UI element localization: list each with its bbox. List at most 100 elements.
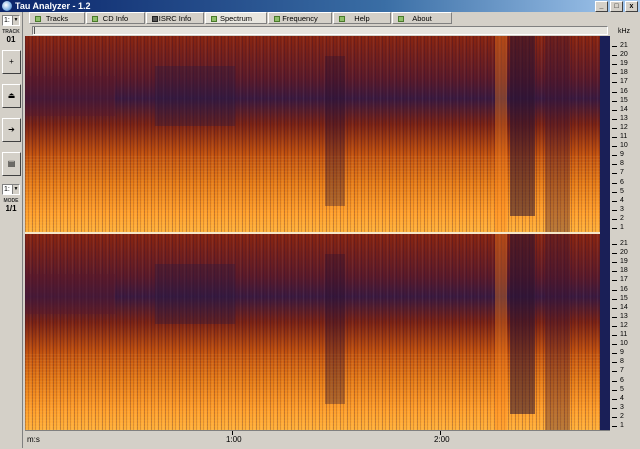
tab-tracks[interactable]: Tracks — [29, 12, 85, 24]
tab-help[interactable]: Help — [333, 12, 391, 24]
frequency-tick — [612, 64, 617, 66]
frequency-tick — [612, 118, 617, 120]
frequency-tick — [612, 244, 617, 245]
frequency-tick-label: 13 — [620, 312, 628, 320]
tab-frequency[interactable]: Frequency — [268, 12, 332, 24]
frequency-tick — [612, 209, 617, 211]
window-title: Tau Analyzer - 1.2 — [15, 1, 91, 11]
position-marker[interactable] — [34, 27, 35, 34]
frequency-tick — [612, 100, 617, 102]
time-axis: m:s 1:00 2:00 — [25, 430, 610, 449]
frequency-tick-label: 2 — [620, 412, 624, 420]
frequency-tick-label: 4 — [620, 394, 624, 402]
frequency-tick — [612, 253, 617, 255]
frequency-tick — [612, 91, 617, 93]
frequency-tick — [612, 325, 617, 327]
add-button[interactable]: + — [2, 50, 21, 74]
frequency-tick — [612, 316, 617, 318]
frequency-axis-bottom: 21 20 19 18 17 16 15 14 13 12 11 10 9 8 7 6 5 4 3 2 1 — [610, 234, 640, 430]
frequency-tick — [612, 146, 617, 148]
frequency-tick — [612, 426, 617, 427]
frequency-tick-label: 10 — [620, 142, 628, 150]
frequency-tick — [612, 380, 617, 382]
tab-spectrum[interactable]: Spectrum — [205, 12, 267, 24]
frequency-tick-label: 21 — [620, 240, 628, 247]
tab-label: Tracks — [45, 14, 69, 23]
frequency-tick-label: 17 — [620, 276, 628, 284]
frequency-tick-label: 6 — [620, 376, 624, 384]
mode-select[interactable]: 1: ▼ — [2, 184, 20, 195]
track-select[interactable]: 1: ▼ — [2, 15, 20, 26]
frequency-tick-label: 19 — [620, 258, 628, 266]
frequency-tick — [612, 298, 617, 300]
frequency-tick — [612, 289, 617, 291]
mode-value: 1/1 — [5, 204, 17, 213]
tab-cd-info[interactable]: CD Info — [86, 12, 145, 24]
eject-icon: ⏏ — [7, 91, 16, 100]
left-toolbar: 1: ▼ TRACK 01 + ⏏ ➔ ▤ 1: ▼ MODE 1/1 — [0, 12, 23, 448]
title-bar[interactable]: Tau Analyzer - 1.2 _ □ x — [0, 0, 640, 12]
frequency-tick — [612, 371, 617, 373]
frequency-tick-label: 12 — [620, 321, 628, 329]
frequency-tick — [612, 137, 617, 138]
frequency-tick — [612, 280, 617, 282]
frequency-tick — [612, 182, 617, 184]
frequency-tick-label: 19 — [620, 60, 628, 68]
spectrogram-left-channel — [25, 36, 610, 232]
frequency-tick — [612, 353, 617, 355]
frequency-tick — [612, 398, 617, 400]
frequency-tick-label: 4 — [620, 196, 624, 204]
frequency-tick-label: 11 — [620, 133, 628, 140]
frequency-tick-label: 16 — [620, 87, 628, 95]
frequency-tick-label: 15 — [620, 96, 628, 104]
tab-bar: Tracks CD Info ISRC Info Spectrum Freque… — [23, 12, 640, 25]
frequency-tick-label: 17 — [620, 78, 628, 86]
tab-about[interactable]: About — [392, 12, 452, 24]
frequency-tick-label: 3 — [620, 205, 624, 213]
eject-button[interactable]: ⏏ — [2, 84, 21, 108]
tab-label: Frequency — [282, 14, 318, 23]
frequency-tick-label: 11 — [620, 331, 628, 338]
frequency-tick-label: 5 — [620, 385, 624, 393]
frequency-tick — [612, 262, 617, 264]
frequency-tick-label: 15 — [620, 294, 628, 302]
time-unit: m:s — [27, 435, 40, 444]
frequency-tick-label: 9 — [620, 349, 624, 357]
frequency-tick — [612, 271, 617, 273]
tab-label: ISRC Info — [158, 14, 192, 23]
frequency-tick-label: 8 — [620, 358, 624, 366]
frequency-tick-label: 7 — [620, 367, 624, 375]
list-button[interactable]: ▤ — [2, 152, 21, 176]
tab-label: CD Info — [102, 14, 129, 23]
tab-isrc-info[interactable]: ISRC Info — [146, 12, 204, 24]
close-button[interactable]: x — [625, 1, 638, 12]
frequency-tick — [612, 173, 617, 175]
spectrogram-right-channel — [25, 234, 610, 430]
frequency-tick-label: 1 — [620, 224, 624, 231]
frequency-tick — [612, 416, 617, 418]
frequency-tick — [612, 127, 617, 129]
frequency-tick-label: 10 — [620, 340, 628, 348]
frequency-tick-label: 14 — [620, 303, 628, 311]
maximize-button[interactable]: □ — [610, 1, 623, 12]
time-tick-label: 1:00 — [226, 435, 242, 444]
frequency-tick-label: 20 — [620, 51, 628, 59]
frequency-tick-label: 7 — [620, 169, 624, 177]
frequency-tick-label: 20 — [620, 249, 628, 257]
frequency-tick-label: 5 — [620, 187, 624, 195]
position-slider[interactable] — [32, 26, 608, 35]
frequency-tick — [612, 55, 617, 57]
frequency-tick — [612, 228, 617, 229]
frequency-tick — [612, 307, 617, 309]
minimize-button[interactable]: _ — [595, 1, 608, 12]
frequency-tick — [612, 200, 617, 202]
vertical-scrollbar[interactable] — [600, 36, 610, 430]
chevron-down-icon: ▼ — [12, 16, 19, 25]
arrow-right-icon: ➔ — [8, 125, 15, 134]
export-button[interactable]: ➔ — [2, 118, 21, 142]
frequency-tick-label: 13 — [620, 114, 628, 122]
frequency-tick-label: 8 — [620, 160, 624, 168]
frequency-tick-label: 3 — [620, 403, 624, 411]
frequency-tick — [612, 218, 617, 220]
frequency-unit: kHz — [618, 28, 631, 35]
